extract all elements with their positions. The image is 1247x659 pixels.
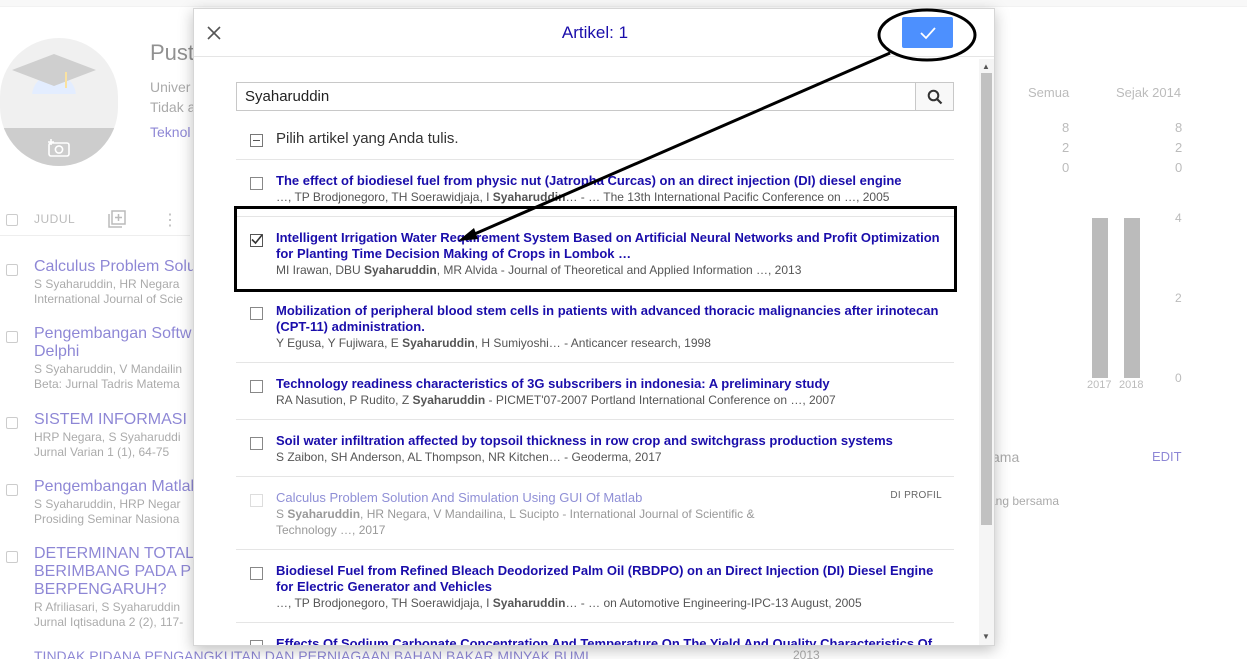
annotation-arrow-and-ellipse — [458, 8, 977, 241]
